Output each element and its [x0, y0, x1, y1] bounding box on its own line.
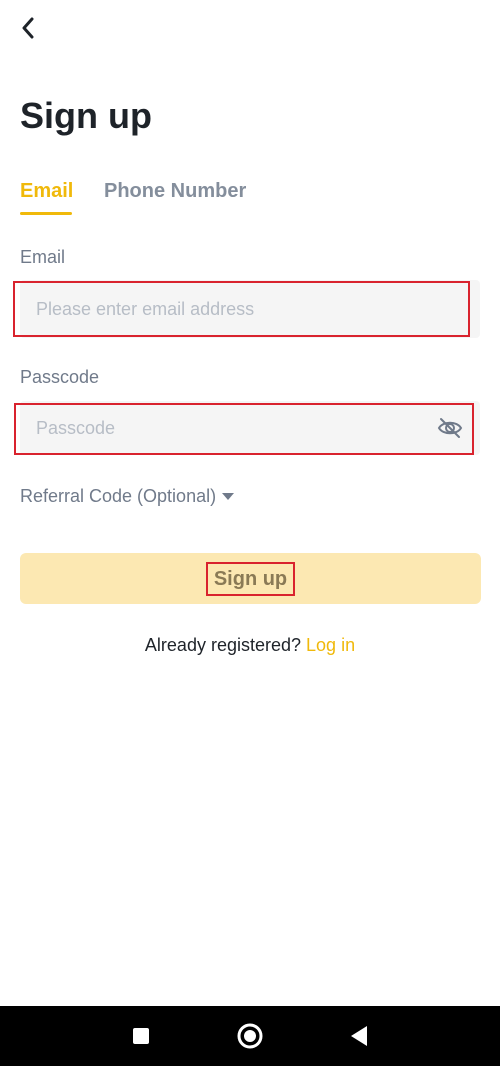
- tab-phone-number[interactable]: Phone Number: [104, 176, 246, 206]
- email-field-container: [20, 280, 480, 338]
- system-navigation-bar: [0, 1006, 500, 1066]
- toggle-visibility-button[interactable]: [436, 414, 464, 442]
- passcode-field-container: [20, 401, 480, 455]
- signup-button[interactable]: Sign up: [20, 553, 481, 604]
- home-button[interactable]: [235, 1021, 265, 1051]
- passcode-input[interactable]: [36, 401, 436, 455]
- passcode-label: Passcode: [20, 367, 100, 387]
- square-icon: [133, 1028, 149, 1044]
- login-link[interactable]: Log in: [306, 635, 355, 655]
- active-tab-indicator: [20, 212, 72, 215]
- eye-off-icon: [437, 418, 463, 438]
- recents-button[interactable]: [126, 1021, 156, 1051]
- email-input[interactable]: [36, 280, 436, 338]
- signup-button-label: Sign up: [205, 561, 296, 596]
- referral-code-toggle[interactable]: Referral Code (Optional): [20, 484, 235, 508]
- signup-screen: Sign up Email Phone Number Email Passcod…: [0, 0, 500, 1066]
- circle-icon: [237, 1023, 263, 1049]
- login-prompt-text: Already registered?: [144, 635, 302, 655]
- referral-code-label: Referral Code (Optional): [20, 486, 217, 506]
- back-button[interactable]: [14, 14, 42, 42]
- page-title: Sign up: [20, 95, 152, 136]
- email-label: Email: [20, 247, 66, 267]
- caret-down-icon: [222, 492, 235, 500]
- system-back-button[interactable]: [344, 1021, 374, 1051]
- tab-email[interactable]: Email: [20, 176, 73, 206]
- chevron-left-icon: [22, 17, 34, 39]
- triangle-back-icon: [351, 1026, 367, 1046]
- login-prompt: Already registered? Log in: [0, 633, 500, 657]
